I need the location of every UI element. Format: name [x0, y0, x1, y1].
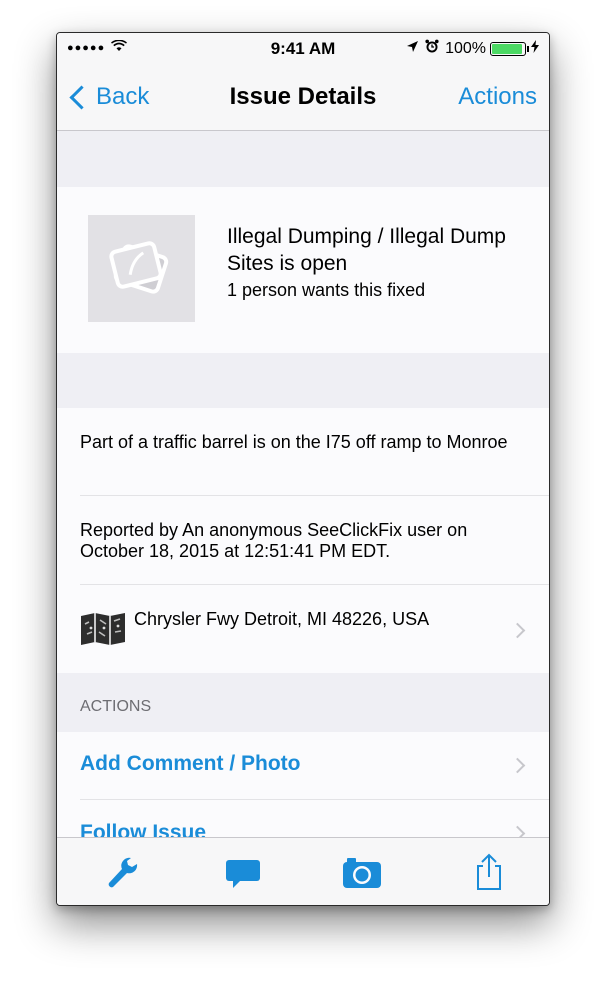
issue-description: Part of a traffic barrel is on the I75 o…: [80, 432, 508, 452]
photos-icon: [109, 241, 169, 294]
share-icon[interactable]: [469, 852, 509, 892]
battery-icon: [490, 41, 529, 56]
actions-list: Add Comment / Photo Follow Issue: [57, 732, 549, 844]
navigation-bar: Back Issue Details Actions: [57, 65, 549, 131]
phone-screen: ●●●●● 9:41 AM 100% Back Issue Details Ac…: [56, 32, 550, 906]
issue-summary: Illegal Dumping / Illegal Dump Sites is …: [57, 187, 549, 353]
comment-icon[interactable]: [223, 852, 263, 892]
actions-section-header: ACTIONS: [80, 698, 152, 715]
address-row[interactable]: Chrysler Fwy Detroit, MI 48226, USA: [80, 585, 549, 673]
actions-button[interactable]: Actions: [458, 83, 537, 111]
status-bar: ●●●●● 9:41 AM 100%: [57, 33, 549, 65]
issue-photo-placeholder[interactable]: [88, 215, 195, 322]
battery-percent: 100%: [445, 39, 486, 57]
issue-votes: 1 person wants this fixed: [227, 280, 426, 300]
add-comment-photo-label: Add Comment / Photo: [80, 752, 301, 775]
reported-by: Reported by An anonymous SeeClickFix use…: [80, 520, 468, 561]
location-arrow-icon: [406, 40, 419, 58]
description-row: Part of a traffic barrel is on the I75 o…: [80, 408, 549, 496]
map-icon: [80, 612, 126, 651]
chevron-right-icon: [509, 757, 526, 774]
alarm-icon: [425, 39, 439, 58]
issue-details: Part of a traffic barrel is on the I75 o…: [57, 408, 549, 673]
charging-icon: [531, 39, 539, 58]
wrench-icon[interactable]: [101, 852, 141, 892]
reported-row: Reported by An anonymous SeeClickFix use…: [80, 496, 549, 585]
tab-bar: [57, 837, 549, 905]
issue-title: Illegal Dumping / Illegal Dump Sites is …: [227, 225, 506, 275]
chevron-right-icon: [509, 622, 526, 639]
add-comment-photo-row[interactable]: Add Comment / Photo: [80, 732, 549, 800]
issue-address: Chrysler Fwy Detroit, MI 48226, USA: [134, 609, 430, 629]
camera-icon[interactable]: [341, 852, 381, 892]
